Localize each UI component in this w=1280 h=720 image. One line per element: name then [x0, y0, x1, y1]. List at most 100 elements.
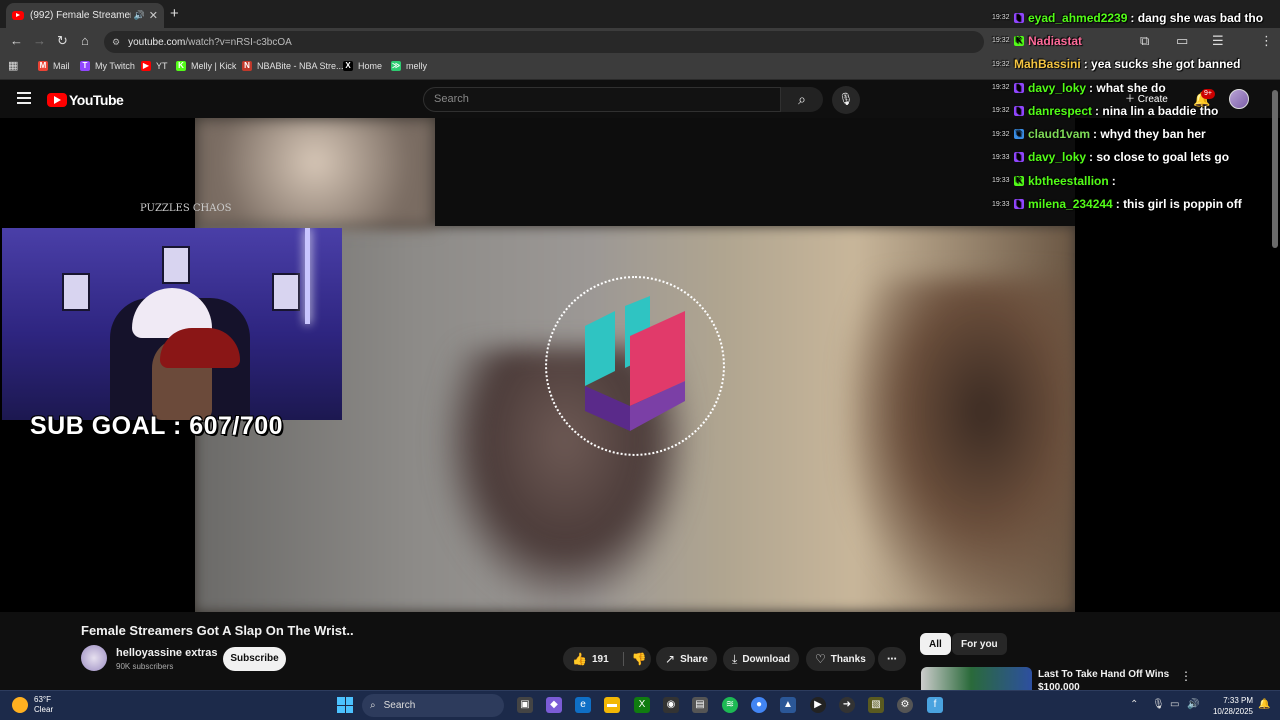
chat-timestamp: 19:33 [992, 177, 1010, 185]
url-domain: youtube.com [128, 36, 186, 48]
download-label: Download [742, 653, 791, 665]
bookmark-label: melly [406, 61, 428, 71]
more-actions-button[interactable]: ⋯ [878, 647, 906, 671]
bookmark-melly-kick[interactable]: K Melly | Kick [176, 61, 236, 71]
mic-tray-icon[interactable]: 🎙 [1152, 699, 1165, 710]
channel-name[interactable]: helloyassine extras [116, 647, 218, 659]
page-scrollbar[interactable] [1272, 90, 1278, 248]
kick-badge-icon: K [1014, 35, 1024, 46]
share-button[interactable]: ↗ Share [656, 647, 717, 671]
copilot-icon[interactable]: ◆ [546, 697, 562, 713]
channel-avatar[interactable] [81, 645, 107, 671]
sub-goal-counter: SUB GOAL : 607/700 [30, 412, 284, 440]
spotify-icon[interactable]: ≋ [722, 697, 738, 713]
tray-overflow-icon[interactable]: ⌃ [1130, 699, 1138, 710]
bookmark-melly[interactable]: ≫ melly [391, 61, 427, 71]
twitch-icon: T [80, 61, 90, 71]
thanks-label: Thanks [830, 653, 866, 665]
dark-panel [435, 118, 1075, 226]
address-bar[interactable]: ⚙ youtube.com/watch?v=nRSI-c3bcOA [104, 31, 984, 53]
bookmark-home[interactable]: X Home [343, 61, 382, 71]
app-icon[interactable]: ▧ [868, 697, 884, 713]
network-icon[interactable]: ▭ [1170, 699, 1179, 710]
browser-tab-active[interactable]: (992) Female Streamers Got 🔊 ✕ [6, 3, 164, 28]
file-explorer-icon[interactable]: ▬ [604, 697, 620, 713]
kick-icon: K [176, 61, 186, 71]
weather-widget[interactable]: 63°F Clear [12, 695, 53, 715]
taskbar-search[interactable]: ⌕ Search [362, 694, 504, 717]
youtube-logo[interactable]: YouTube [47, 92, 124, 108]
chat-message: 19:33 ▮ milena_234244: this girl is poppin… [992, 192, 1280, 215]
hamburger-menu-icon[interactable] [17, 92, 31, 104]
settings-icon[interactable]: ⚙ [897, 697, 913, 713]
media-player-icon[interactable]: ▶ [810, 697, 826, 713]
sponsor-logo: PUZZLES CHAOS [140, 203, 232, 214]
search-button[interactable]: ⌕ [781, 87, 823, 112]
chrome-icon[interactable]: ● [751, 697, 767, 713]
bookmark-label: My Twitch [95, 61, 135, 71]
chat-message: 19:33 Kkbtheestallion: [992, 169, 1280, 192]
speaker-icon[interactable]: 🔊 [134, 10, 145, 21]
recommended-more-icon[interactable]: ⋮ [1180, 669, 1192, 683]
app-icon[interactable]: ➜ [839, 697, 855, 713]
chat-text: : yea sucks she got banned [1083, 57, 1241, 72]
twitch-badge-icon: ▮ [1014, 199, 1024, 210]
dislike-icon[interactable]: 👎 [622, 652, 647, 666]
system-clock[interactable]: 7:33 PM 10/28/2025 [1207, 695, 1253, 717]
chat-username: danrespect [1028, 103, 1093, 118]
url-path: /watch?v=nRSI-c3bcOA [185, 36, 292, 48]
chat-text: : nina lin a baddie tho [1095, 103, 1219, 118]
chat-text: : [1111, 173, 1116, 188]
recommended-thumbnail[interactable] [921, 667, 1032, 690]
like-count[interactable]: 191 [592, 654, 609, 665]
blurred-person-right [845, 278, 1075, 612]
chip-all[interactable]: All [920, 633, 951, 655]
photos-icon[interactable]: ▲ [780, 697, 796, 713]
store-icon[interactable]: ▤ [692, 697, 708, 713]
chat-message: 19:32 MahBassini: yea sucks she got banne… [992, 53, 1280, 76]
apps-grid-icon[interactable]: ▦ [8, 59, 18, 72]
notification-icon[interactable]: 🔔 [1258, 699, 1270, 710]
bookmark-my-twitch[interactable]: T My Twitch [80, 61, 135, 71]
video-title: Female Streamers Got A Slap On The Wrist… [81, 623, 354, 638]
microphone-icon: 🎙 [838, 92, 854, 106]
chat-text: : so close to goal lets go [1089, 150, 1230, 165]
start-button[interactable] [337, 697, 353, 713]
voice-search-button[interactable]: 🎙 [832, 86, 860, 114]
chat-timestamp: 19:32 [992, 107, 1010, 115]
obs-icon[interactable]: ◉ [663, 697, 679, 713]
home-icon[interactable]: ⌂ [81, 33, 89, 48]
chat-timestamp: 19:33 [992, 153, 1010, 161]
app-icon[interactable]: f [927, 697, 943, 713]
download-button[interactable]: ⤓ Download [723, 647, 800, 671]
search-input[interactable]: Search [423, 87, 781, 112]
thanks-button[interactable]: ♡ Thanks [806, 647, 875, 671]
chat-username: davy_loky [1028, 80, 1087, 95]
chat-username: eyad_ahmed2239 [1028, 10, 1128, 25]
forward-icon[interactable]: → [33, 33, 46, 48]
chip-for-you[interactable]: For you [952, 633, 1007, 655]
close-tab-icon[interactable]: ✕ [149, 9, 158, 22]
youtube-favicon-icon [12, 11, 24, 20]
bookmark-label: Melly | Kick [191, 61, 237, 71]
subscribe-button[interactable]: Subscribe [223, 647, 286, 671]
back-icon[interactable]: ← [10, 33, 23, 48]
weather-condition: Clear [34, 705, 54, 714]
task-view-icon[interactable]: ▣ [517, 697, 533, 713]
chat-username: davy_loky [1028, 150, 1087, 165]
wall-poster [62, 273, 90, 311]
youtube-play-icon [47, 93, 67, 107]
bookmark-mail[interactable]: M Mail [38, 61, 70, 71]
melly-icon: ≫ [391, 61, 401, 71]
site-info-icon[interactable]: ⚙ [112, 37, 120, 48]
reload-icon[interactable]: ↻ [57, 33, 68, 49]
like-icon[interactable]: 👍 [572, 652, 587, 666]
chat-message: 19:32 ♛ claud1vam: whyd they ban her [992, 122, 1280, 145]
x-icon: X [343, 61, 353, 71]
bookmark-nbabite[interactable]: N NBABite - NBA Stre... [242, 61, 344, 71]
new-tab-button[interactable]: + [170, 5, 179, 22]
edge-icon[interactable]: e [575, 697, 591, 713]
xbox-icon[interactable]: X [634, 697, 650, 713]
bookmark-yt[interactable]: ▶ YT [141, 61, 168, 71]
volume-icon[interactable]: 🔊 [1187, 699, 1199, 710]
